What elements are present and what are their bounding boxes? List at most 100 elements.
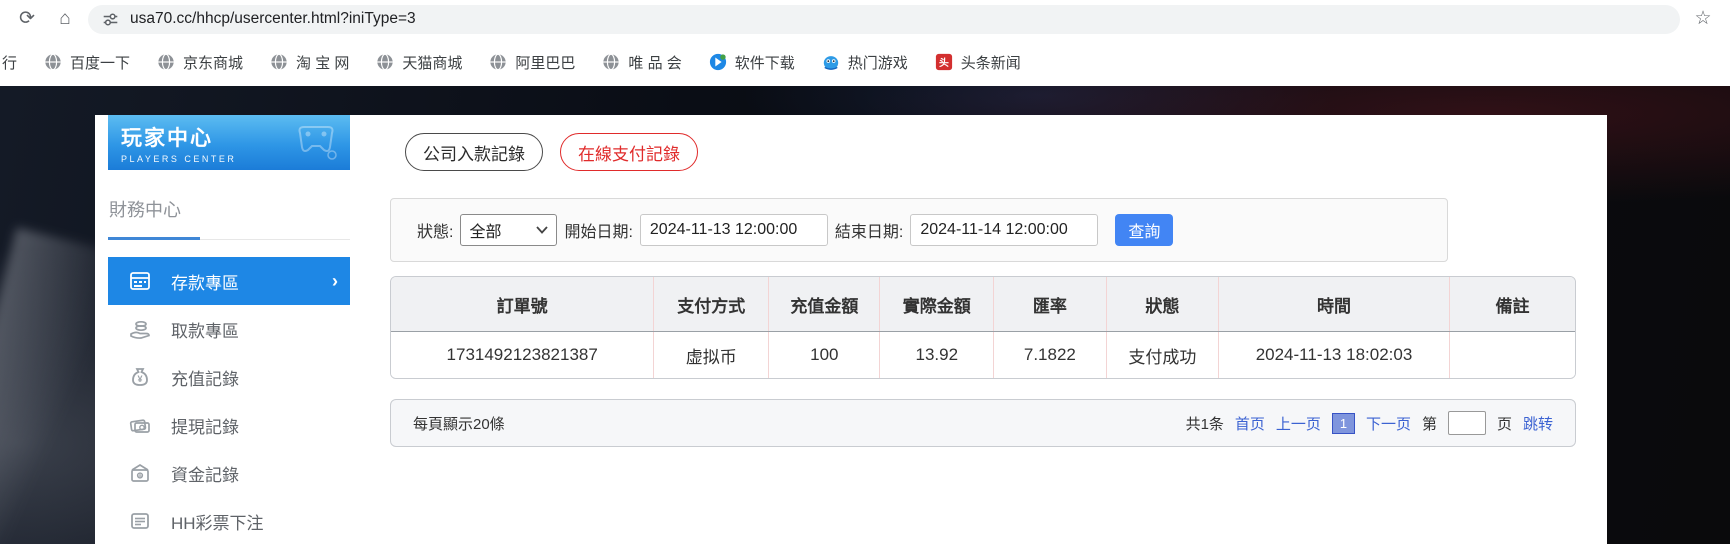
bookmark-item[interactable]: 头头条新闻 [935,52,1021,73]
current-page-indicator[interactable]: 1 [1331,412,1355,434]
bookmark-item[interactable]: 热门游戏 [822,52,908,73]
table-header-row: 訂單號 支付方式 充值金額 實際金額 匯率 狀態 時間 備註 [391,277,1575,332]
end-date-label: 結束日期: [834,224,904,241]
bookmarks-bar: 行 百度一下 京东商城 淘 宝 网 天猫商城 阿里巴巴 唯 品 会 软件下载 热… [0,38,1730,86]
finance-center-label: 財務中心 [109,200,181,220]
sidebar-item-label: 提現記錄 [171,417,239,437]
globe-icon [602,53,620,71]
status-select[interactable]: 全部 [460,214,558,246]
pagination-bar: 每頁顯示20條 共1条 首页 上一页 1 下一页 第 页 跳转 [390,399,1576,447]
bookmark-item[interactable]: 淘 宝 网 [270,52,349,73]
column-header: 充值金額 [768,277,880,332]
bookmark-label: 阿里巴巴 [515,54,576,72]
reload-icon[interactable]: ⟳ [12,4,42,34]
toutiao-icon: 头 [935,53,953,71]
jump-suffix-label: 页 [1496,415,1512,433]
bookmark-label: 热门游戏 [847,54,908,72]
withdraw-icon [128,317,152,341]
bookmark-item[interactable]: 天猫商城 [376,52,462,73]
sidebar-item-deposit[interactable]: 存款專區 › [108,257,350,305]
column-header: 狀態 [1105,277,1219,332]
column-header: 訂單號 [391,277,654,332]
sidebar-menu: 存款專區 › 取款專區› ¥充值記錄› 提現記錄› ¥資金記錄› HH彩票下注› [108,257,363,544]
search-button[interactable]: 查詢 [1115,214,1174,246]
site-settings-icon[interactable] [102,11,119,28]
table-cell: 100 [768,331,880,378]
table-body: 1731492123821387 虚拟币 100 13.92 7.1822 支付成功 202… [391,331,1575,378]
bookmark-item[interactable]: 唯 品 会 [602,52,682,73]
url-text: usa70.cc/hhcp/usercenter.html?iniType=3 [130,10,416,27]
chevron-right-icon: › [332,270,338,291]
sidebar-item-label: 存款專區 [171,273,239,293]
bookmark-label: 行 [2,54,18,72]
sidebar-item-cashout[interactable]: 提現記錄› [108,401,350,449]
bookmark-item[interactable]: 京东商城 [157,52,243,73]
tab-company-deposit-records[interactable]: 公司入款記錄 [405,133,543,171]
page-size-text: 每頁顯示20條 [413,415,505,433]
table-cell: 1731492123821387 [391,331,654,378]
bookmark-item[interactable]: 软件下载 [709,52,795,73]
bookmark-label: 头条新闻 [960,54,1021,72]
start-date-label: 開始日期: [564,224,633,241]
globe-icon [376,53,394,71]
bookmark-label: 软件下载 [734,54,795,72]
gamepad-icon [290,119,342,170]
end-date-input[interactable] [910,214,1099,246]
tab-online-payment-records[interactable]: 在線支付記錄 [560,133,698,171]
software-icon [709,53,727,71]
page-number-input[interactable] [1447,411,1486,435]
sidebar-item-withdraw[interactable]: 取款專區› [108,305,350,353]
column-header: 匯率 [993,277,1107,332]
page-background: 玩家中心 PLAYERS CENTER 財務中心 存款專區 › 取款專區 ¥ 充… [0,86,1730,544]
bookmark-star-icon[interactable]: ☆ [1688,4,1718,34]
address-bar[interactable]: usa70.cc/hhcp/usercenter.html?iniType=3 [88,4,1680,34]
recharge-icon: ¥ [128,365,152,389]
globe-icon [44,53,62,71]
sidebar: 玩家中心 PLAYERS CENTER 財務中心 存款專區 › 取款專區 ¥ 充… [95,115,363,544]
column-header: 時間 [1218,277,1450,332]
table-cell [1448,331,1575,378]
funds-icon: ¥ [128,461,152,485]
first-page-link[interactable]: 首页 [1235,413,1265,434]
records-table: 訂單號 支付方式 充值金額 實際金額 匯率 狀態 時間 備註 1731492123821387… [390,276,1576,379]
start-date-input[interactable] [639,214,828,246]
prev-page-link[interactable]: 上一页 [1276,413,1321,434]
filter-bar: 狀態: 全部 開始日期: 結束日期: 查詢 [390,198,1448,262]
sidebar-item-lottery[interactable]: HH彩票下注› [108,497,350,544]
record-tabs: 公司入款記錄 在線支付記錄 [405,133,1576,171]
browser-toolbar: ⟳ ⌂ usa70.cc/hhcp/usercenter.html?iniTyp… [0,0,1730,38]
pagination-controls: 共1条 首页 上一页 1 下一页 第 页 跳转 [1186,411,1553,435]
globe-icon [270,53,288,71]
home-icon[interactable]: ⌂ [50,4,80,34]
cashout-icon [128,413,152,437]
user-center-panel: 玩家中心 PLAYERS CENTER 財務中心 存款專區 › 取款專區 ¥ 充… [95,115,1607,544]
sidebar-item-recharge[interactable]: ¥充值記錄› [108,353,350,401]
lottery-icon [128,509,152,533]
status-label: 狀態: [417,224,454,241]
chevron-down-icon [536,226,549,234]
jump-link[interactable]: 跳转 [1523,413,1553,434]
bookmark-label: 天猫商城 [402,54,463,72]
main-content: 公司入款記錄在線支付記錄 狀態: 全部 開始日期: 結束日期: 查詢 [363,115,1607,544]
column-header: 實際金額 [879,277,994,332]
globe-icon [489,53,507,71]
sidebar-item-funds[interactable]: ¥資金記錄› [108,449,350,497]
bookmark-item[interactable]: 行 [2,52,17,73]
table-row: 1731492123821387 虚拟币 100 13.92 7.1822 支付成功 202… [391,331,1575,378]
bookmark-label: 百度一下 [70,54,131,72]
svg-text:头: 头 [939,56,949,69]
table-cell: 支付成功 [1105,331,1219,378]
sidebar-item-label: 取款專區 [171,321,239,341]
column-header: 備註 [1448,277,1575,332]
next-page-link[interactable]: 下一页 [1366,413,1411,434]
section-divider [108,236,350,240]
browser-window: ⟳ ⌂ usa70.cc/hhcp/usercenter.html?iniTyp… [0,0,1730,544]
bookmark-item[interactable]: 百度一下 [44,52,130,73]
globe-icon [157,53,175,71]
players-center-header: 玩家中心 PLAYERS CENTER [108,115,350,170]
table-cell: 13.92 [879,331,994,378]
deposit-icon [128,269,152,293]
bookmark-item[interactable]: 阿里巴巴 [489,52,575,73]
table-cell: 7.1822 [993,331,1107,378]
bookmark-label: 淘 宝 网 [296,54,350,72]
